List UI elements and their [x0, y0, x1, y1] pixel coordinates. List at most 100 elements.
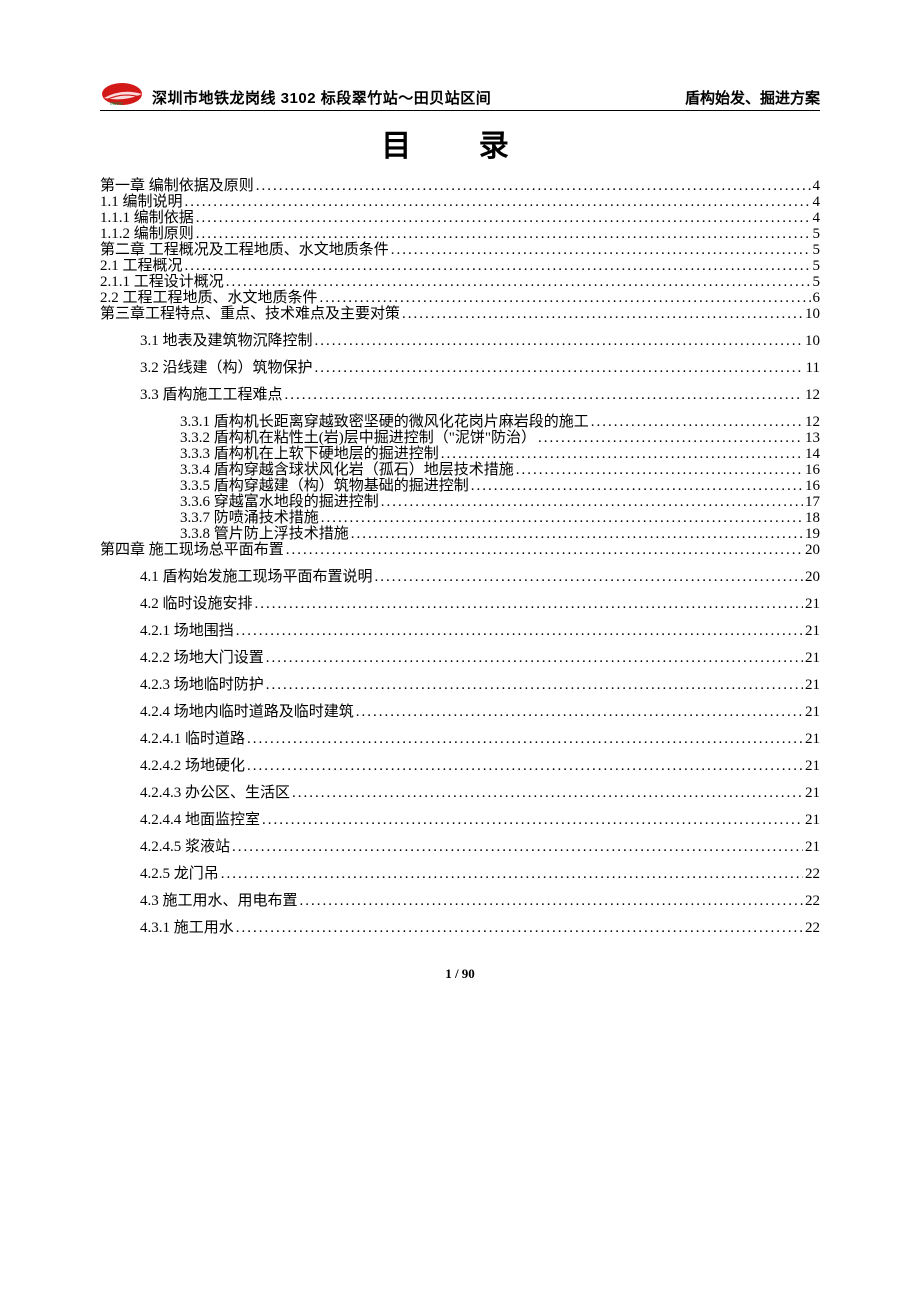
toc-leader-dots: [441, 447, 803, 462]
toc-leader-dots: [538, 431, 803, 446]
toc-entry[interactable]: 第三章工程特点、重点、技术难点及主要对策 10: [100, 307, 820, 322]
toc-entry-page: 16: [805, 479, 820, 494]
toc-entry-page: 12: [805, 388, 820, 403]
toc-entry-page: 5: [813, 275, 821, 290]
toc-leader-dots: [226, 275, 811, 290]
toc-entry[interactable]: 4.2.2 场地大门设置21: [100, 651, 820, 666]
toc-entry[interactable]: 4.2.4.1 临时道路21: [100, 732, 820, 747]
toc-leader-dots: [356, 705, 803, 720]
toc-entry[interactable]: 1.1 编制说明 4: [100, 195, 820, 210]
toc-entry[interactable]: 2.1.1 工程设计概况 5: [100, 275, 820, 290]
toc-leader-dots: [320, 291, 811, 306]
header-right-text: 盾构始发、掘进方案: [685, 87, 820, 108]
toc-entry-label: 3.2 沿线建（构）筑物保护: [140, 361, 313, 376]
toc-entry[interactable]: 第四章 施工现场总平面布置 20: [100, 543, 820, 558]
toc-entry[interactable]: 4.2.4 场地内临时道路及临时建筑21: [100, 705, 820, 720]
toc-entry-label: 4.2.5 龙门吊: [140, 867, 219, 882]
toc-entry-label: 2.1 工程概况: [100, 259, 183, 274]
toc-entry-page: 10: [805, 307, 820, 322]
toc-entry-page: 10: [805, 334, 820, 349]
toc-entry[interactable]: 3.1 地表及建筑物沉降控制 10: [100, 334, 820, 349]
toc-entry-page: 4: [813, 195, 821, 210]
toc-leader-dots: [256, 179, 811, 194]
toc-entry-page: 20: [805, 543, 820, 558]
toc-entry-label: 4.1 盾构始发施工现场平面布置说明: [140, 570, 373, 585]
toc-entry-page: 21: [805, 597, 820, 612]
toc-entry[interactable]: 1.1.2 编制原则 5: [100, 227, 820, 242]
toc-entry-label: 4.3 施工用水、用电布置: [140, 894, 298, 909]
toc-entry[interactable]: 4.2.3 场地临时防护21: [100, 678, 820, 693]
toc-entry[interactable]: 3.3.8 管片防上浮技术措施19: [100, 527, 820, 542]
toc-entry-page: 13: [805, 431, 820, 446]
toc-leader-dots: [185, 259, 811, 274]
toc-entry[interactable]: 4.2.4.3 办公区、生活区21: [100, 786, 820, 801]
toc-entry-label: 4.2.4.3 办公区、生活区: [140, 786, 290, 801]
toc-entry-label: 4.2.4.1 临时道路: [140, 732, 245, 747]
toc-leader-dots: [351, 527, 803, 542]
toc-entry[interactable]: 4.3.1 施工用水22: [100, 921, 820, 936]
toc-entry[interactable]: 第二章 工程概况及工程地质、水文地质条件5: [100, 243, 820, 258]
toc-entry[interactable]: 3.3.4 盾构穿越含球状风化岩（孤石）地层技术措施16: [100, 463, 820, 478]
toc-entry[interactable]: 4.2.5 龙门吊22: [100, 867, 820, 882]
toc-entry[interactable]: 4.2 临时设施安排21: [100, 597, 820, 612]
toc-leader-dots: [286, 543, 803, 558]
toc-entry-label: 4.2.1 场地围挡: [140, 624, 234, 639]
toc-entry-label: 第四章 施工现场总平面布置: [100, 543, 284, 558]
toc-entry-label: 3.3.2 盾构机在粘性土(岩)层中掘进控制（"泥饼"防治）: [180, 431, 536, 446]
toc-entry-label: 1.1 编制说明: [100, 195, 183, 210]
toc-entry[interactable]: 4.2.4.4 地面监控室21: [100, 813, 820, 828]
toc-entry-label: 1.1.1 编制依据: [100, 211, 194, 226]
toc-entry-label: 3.1 地表及建筑物沉降控制: [140, 334, 313, 349]
toc-entry[interactable]: 2.2 工程工程地质、水文地质条件6: [100, 291, 820, 306]
toc-leader-dots: [232, 840, 803, 855]
toc-entry-page: 16: [805, 463, 820, 478]
toc-entry-page: 5: [813, 259, 821, 274]
toc-entry[interactable]: 3.3 盾构施工工程难点 12: [100, 388, 820, 403]
toc-entry[interactable]: 3.2 沿线建（构）筑物保护11: [100, 361, 820, 376]
toc-leader-dots: [402, 307, 803, 322]
page-title: 目 录: [100, 121, 820, 165]
toc-entry-label: 4.3.1 施工用水: [140, 921, 234, 936]
toc-entry-label: 4.2.4.4 地面监控室: [140, 813, 260, 828]
toc-leader-dots: [471, 479, 803, 494]
toc-leader-dots: [236, 921, 803, 936]
toc-leader-dots: [221, 867, 803, 882]
toc-entry[interactable]: 4.2.4.5 浆液站21: [100, 840, 820, 855]
toc-entry-label: 2.1.1 工程设计概况: [100, 275, 224, 290]
toc-entry[interactable]: 4.2.4.2 场地硬化21: [100, 759, 820, 774]
toc-entry[interactable]: 第一章 编制依据及原则4: [100, 179, 820, 194]
toc-entry-page: 4: [813, 179, 821, 194]
toc-entry-page: 19: [805, 527, 820, 542]
toc-entry[interactable]: 3.3.1 盾构机长距离穿越致密坚硬的微风化花岗片麻岩段的施工12: [100, 415, 820, 430]
toc-entry-page: 5: [813, 227, 821, 242]
toc-entry[interactable]: 3.3.5 盾构穿越建（构）筑物基础的掘进控制16: [100, 479, 820, 494]
toc-leader-dots: [196, 211, 811, 226]
toc-entry-label: 4.2.4 场地内临时道路及临时建筑: [140, 705, 354, 720]
toc-leader-dots: [381, 495, 803, 510]
toc-leader-dots: [375, 570, 803, 585]
toc-entry-label: 3.3 盾构施工工程难点: [140, 388, 283, 403]
toc-entry[interactable]: 3.3.6 穿越富水地段的掘进控制17: [100, 495, 820, 510]
toc-entry-label: 1.1.2 编制原则: [100, 227, 194, 242]
toc-entry[interactable]: 3.3.7 防喷涌技术措施18: [100, 511, 820, 526]
toc-entry-label: 2.2 工程工程地质、水文地质条件: [100, 291, 318, 306]
toc-entry[interactable]: 3.3.2 盾构机在粘性土(岩)层中掘进控制（"泥饼"防治） 13: [100, 431, 820, 446]
toc-entry[interactable]: 4.2.1 场地围挡 21: [100, 624, 820, 639]
toc-leader-dots: [266, 678, 803, 693]
toc-leader-dots: [247, 732, 803, 747]
toc-leader-dots: [196, 227, 811, 242]
toc-entry[interactable]: 4.3 施工用水、用电布置22: [100, 894, 820, 909]
toc-entry[interactable]: 3.3.3 盾构机在上软下硬地层的掘进控制14: [100, 447, 820, 462]
toc-entry[interactable]: 4.1 盾构始发施工现场平面布置说明20: [100, 570, 820, 585]
toc-entry-page: 5: [813, 243, 821, 258]
toc-entry[interactable]: 2.1 工程概况 5: [100, 259, 820, 274]
toc-leader-dots: [247, 759, 803, 774]
toc-leader-dots: [292, 786, 803, 801]
toc-entry-page: 21: [805, 678, 820, 693]
toc-entry-page: 21: [805, 624, 820, 639]
toc-entry-label: 4.2.2 场地大门设置: [140, 651, 264, 666]
toc-leader-dots: [255, 597, 803, 612]
toc-entry[interactable]: 1.1.1 编制依据4: [100, 211, 820, 226]
page-footer: 1 / 90: [100, 966, 820, 982]
toc-entry-label: 第三章工程特点、重点、技术难点及主要对策: [100, 307, 400, 322]
